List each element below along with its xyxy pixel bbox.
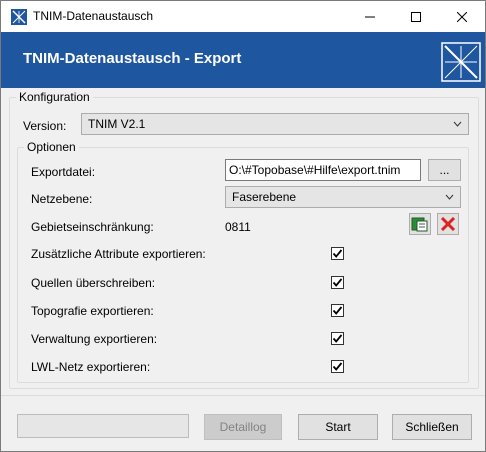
app-icon (11, 9, 27, 25)
checkmark-icon (332, 278, 343, 287)
version-value: TNIM V2.1 (88, 117, 146, 131)
checkmark-icon (332, 334, 343, 343)
checkbox-label: Topografie exportieren: (31, 304, 154, 318)
maximize-icon (411, 11, 421, 22)
area-label: Gebietseinschränkung: (31, 220, 154, 234)
network-value: Faserebene (232, 190, 297, 204)
detaillog-button[interactable]: Detaillog (204, 414, 282, 440)
start-button[interactable]: Start (298, 414, 378, 440)
options-group: Optionen (17, 140, 469, 383)
chevron-down-icon (453, 121, 462, 127)
progress-bar (17, 414, 189, 438)
checkbox-label: Quellen überschreiben: (31, 276, 156, 290)
checkmark-icon (332, 362, 343, 371)
close-window-button[interactable] (439, 1, 485, 32)
checkbox-label: LWL-Netz exportieren: (31, 360, 151, 374)
maximize-button[interactable] (393, 1, 439, 32)
close-button[interactable]: Schließen (392, 414, 472, 440)
export-file-label: Exportdatei: (31, 165, 96, 179)
overwrite-sources-checkbox[interactable] (331, 276, 344, 289)
options-legend: Optionen (24, 140, 79, 154)
checkbox-label: Zusätzliche Attribute exportieren: (31, 247, 206, 261)
export-administration-checkbox[interactable] (331, 332, 344, 345)
network-label: Netzebene: (31, 192, 93, 206)
title-bar: TNIM-Datenaustausch (1, 1, 485, 32)
window-title: TNIM-Datenaustausch (33, 9, 154, 23)
minimize-button[interactable] (347, 1, 393, 32)
extra-attributes-checkbox[interactable] (331, 247, 344, 260)
area-value: 0811 (225, 220, 251, 234)
export-topography-checkbox[interactable] (331, 304, 344, 317)
network-select[interactable]: Faserebene (225, 186, 461, 208)
area-select-button[interactable] (409, 213, 431, 235)
version-label: Version: (23, 119, 67, 133)
footer-separator (1, 395, 485, 396)
checkmark-icon (332, 306, 343, 315)
export-file-input[interactable]: O:\#Topobase\#Hilfe\export.tnim (225, 159, 421, 181)
chevron-down-icon (445, 194, 454, 200)
tnim-logo-icon (441, 42, 481, 82)
checkbox-label: Verwaltung exportieren: (31, 332, 158, 346)
banner-title: TNIM-Datenaustausch - Export (23, 50, 242, 67)
header-banner: TNIM-Datenaustausch - Export (1, 32, 485, 88)
dialog-window: TNIM-Datenaustausch TNIM-Datenaustausch … (0, 0, 486, 452)
browse-button[interactable]: ... (428, 159, 461, 181)
checkmark-icon (332, 249, 343, 258)
area-delete-button[interactable] (437, 213, 459, 235)
minimize-icon (365, 16, 375, 17)
config-legend: Konfiguration (16, 90, 93, 104)
export-fiber-network-checkbox[interactable] (331, 360, 344, 373)
area-select-icon (411, 217, 428, 232)
delete-x-icon (440, 216, 456, 232)
close-icon (457, 11, 467, 22)
version-select[interactable]: TNIM V2.1 (81, 113, 469, 135)
